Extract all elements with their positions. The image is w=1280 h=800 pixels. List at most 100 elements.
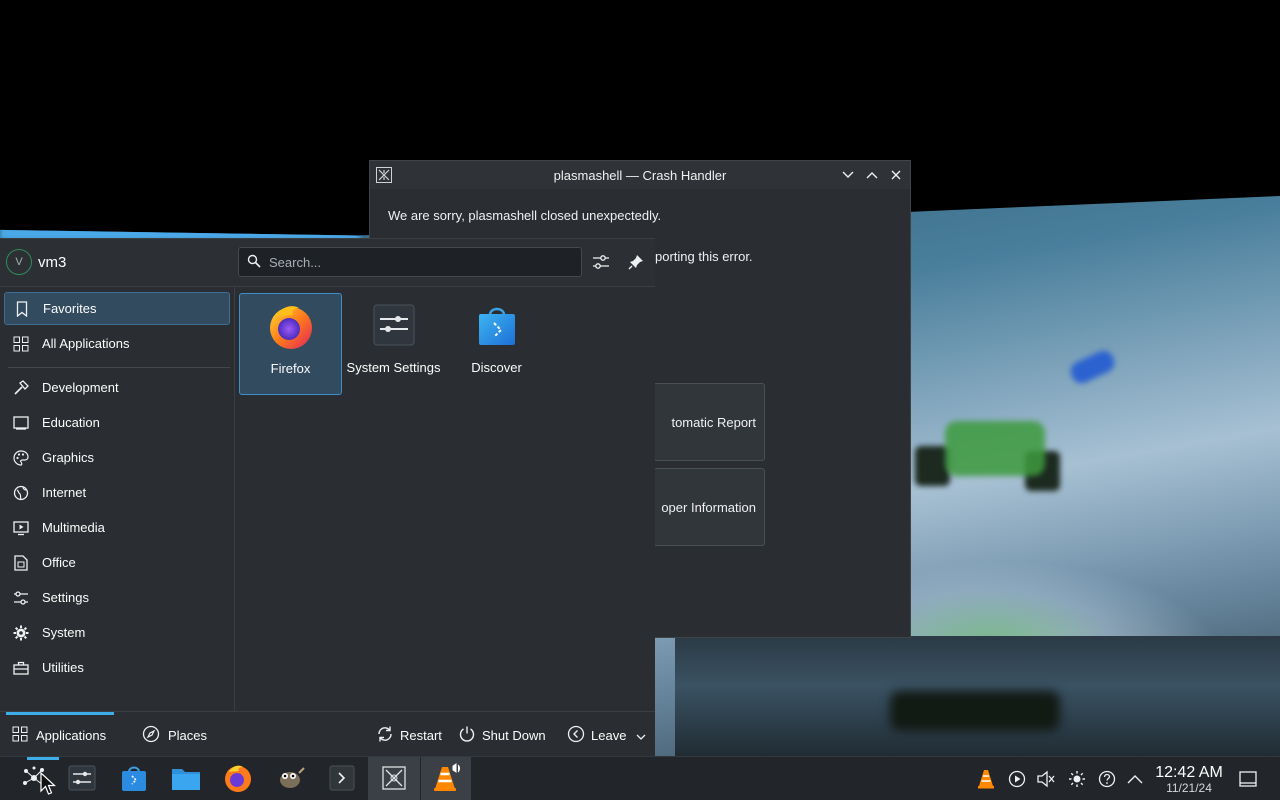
- system-settings-icon: [68, 765, 96, 794]
- discover-icon: [473, 301, 521, 349]
- taskbar-system-settings[interactable]: [58, 757, 106, 800]
- video-blue-object: [1067, 347, 1118, 387]
- taskbar: [0, 756, 1280, 800]
- multimedia-icon: [12, 519, 30, 537]
- firefox-icon: [223, 763, 253, 796]
- brightness-icon[interactable]: [1067, 769, 1087, 789]
- sidebar-item-label: Office: [42, 555, 76, 570]
- automatic-report-label: tomatic Report: [671, 414, 756, 430]
- developer-information-button[interactable]: oper Information: [653, 468, 765, 546]
- taskbar-terminal[interactable]: [318, 757, 366, 800]
- sliders-icon: [12, 589, 30, 607]
- launcher-footer: Applications Places Restart Shut Down Le…: [0, 711, 655, 757]
- favorite-discover[interactable]: Discover: [445, 293, 548, 395]
- sidebar-item-multimedia[interactable]: Multimedia: [4, 511, 230, 544]
- search-icon: [247, 254, 261, 271]
- username: vm3: [38, 254, 67, 271]
- crash-handler-icon: [376, 167, 392, 183]
- sidebar-item-internet[interactable]: Internet: [4, 476, 230, 509]
- gear-icon: [12, 624, 30, 642]
- compass-icon: [142, 725, 160, 746]
- sidebar-item-label: Settings: [42, 590, 89, 605]
- sidebar-item-label: Graphics: [42, 450, 95, 465]
- taskbar-discover[interactable]: [110, 757, 158, 800]
- close-button[interactable]: [888, 167, 904, 183]
- chevron-down-icon: [636, 728, 646, 743]
- video-kart: [945, 421, 1045, 476]
- minimize-button[interactable]: [840, 167, 856, 183]
- toolbox-icon: [12, 659, 30, 677]
- restart-label: Restart: [400, 727, 442, 743]
- maximize-button[interactable]: [864, 167, 880, 183]
- taskbar-crash-handler[interactable]: [368, 757, 420, 800]
- sidebar-item-label: Utilities: [42, 660, 84, 675]
- taskbar-gimp[interactable]: [266, 757, 314, 800]
- application-launcher: V vm3 Favorites All Applications: [0, 238, 655, 756]
- discover-icon: [121, 764, 147, 795]
- restart-button[interactable]: Restart: [376, 725, 442, 745]
- tab-label: Applications: [36, 727, 107, 743]
- taskbar-firefox[interactable]: [214, 757, 262, 800]
- sidebar-item-education[interactable]: Education: [4, 406, 230, 439]
- clock-date[interactable]: 11/21/24: [1154, 781, 1224, 795]
- sidebar-item-all-applications[interactable]: All Applications: [4, 327, 230, 360]
- sidebar-item-utilities[interactable]: Utilities: [4, 651, 230, 684]
- leave-button[interactable]: Leave: [567, 725, 646, 745]
- crash-handler-icon: [382, 765, 406, 793]
- favorite-label: Discover: [471, 360, 522, 375]
- media-player-icon[interactable]: [1007, 769, 1027, 789]
- tab-places[interactable]: Places: [142, 712, 207, 758]
- sidebar-item-label: Favorites: [43, 301, 97, 316]
- sidebar-item-development[interactable]: Development: [4, 371, 230, 404]
- sidebar-item-settings[interactable]: Settings: [4, 581, 230, 614]
- office-document-icon: [12, 554, 30, 572]
- sidebar-item-office[interactable]: Office: [4, 546, 230, 579]
- launcher-sidebar: Favorites All Applications Development E…: [0, 287, 235, 711]
- video-kart-shadow: [890, 691, 1060, 731]
- sidebar-item-system[interactable]: System: [4, 616, 230, 649]
- shut-down-label: Shut Down: [482, 727, 546, 743]
- mouse-cursor-icon: [40, 772, 56, 795]
- grid-icon: [12, 726, 28, 745]
- expand-tray-icon[interactable]: [1125, 769, 1145, 789]
- taskbar-file-manager[interactable]: [162, 757, 210, 800]
- show-desktop-icon[interactable]: [1238, 769, 1258, 789]
- bookmark-icon: [13, 300, 31, 318]
- sidebar-item-favorites[interactable]: Favorites: [4, 292, 230, 325]
- sidebar-item-label: Development: [42, 380, 119, 395]
- window-title: plasmashell — Crash Handler: [553, 167, 727, 183]
- tab-applications[interactable]: Applications: [6, 712, 115, 758]
- avatar-letter: V: [15, 256, 23, 268]
- power-icon: [458, 725, 476, 746]
- grid-icon: [12, 335, 30, 353]
- taskbar-vlc[interactable]: [421, 757, 471, 800]
- vlc-tray-icon[interactable]: [976, 769, 996, 789]
- restart-icon: [376, 725, 394, 746]
- file-manager-icon: [171, 765, 201, 794]
- gimp-icon: [275, 765, 305, 794]
- window-titlebar[interactable]: plasmashell — Crash Handler: [370, 161, 910, 189]
- volume-muted-icon[interactable]: [1036, 769, 1056, 789]
- favorite-label: Firefox: [270, 361, 311, 376]
- clock-time[interactable]: 12:42 AM: [1154, 764, 1224, 782]
- pin-icon[interactable]: [626, 252, 646, 272]
- hammer-icon: [12, 379, 30, 397]
- firefox-icon: [267, 302, 315, 350]
- palette-icon: [12, 449, 30, 467]
- avatar[interactable]: V: [6, 249, 32, 275]
- crash-reporting-text: porting this error.: [655, 249, 753, 264]
- automatic-report-button[interactable]: tomatic Report: [653, 383, 765, 461]
- shut-down-button[interactable]: Shut Down: [458, 725, 546, 745]
- search-input[interactable]: [269, 254, 569, 270]
- configure-icon[interactable]: [591, 252, 611, 272]
- launcher-header: V vm3: [0, 239, 655, 287]
- help-icon[interactable]: [1097, 769, 1117, 789]
- search-box[interactable]: [238, 247, 582, 277]
- tab-label: Places: [168, 727, 208, 743]
- sidebar-item-graphics[interactable]: Graphics: [4, 441, 230, 474]
- leave-icon: [567, 725, 585, 746]
- favorite-system-settings[interactable]: System Settings: [342, 293, 445, 395]
- system-settings-icon: [370, 301, 418, 349]
- chalkboard-icon: [12, 414, 30, 432]
- favorite-firefox[interactable]: Firefox: [239, 293, 342, 395]
